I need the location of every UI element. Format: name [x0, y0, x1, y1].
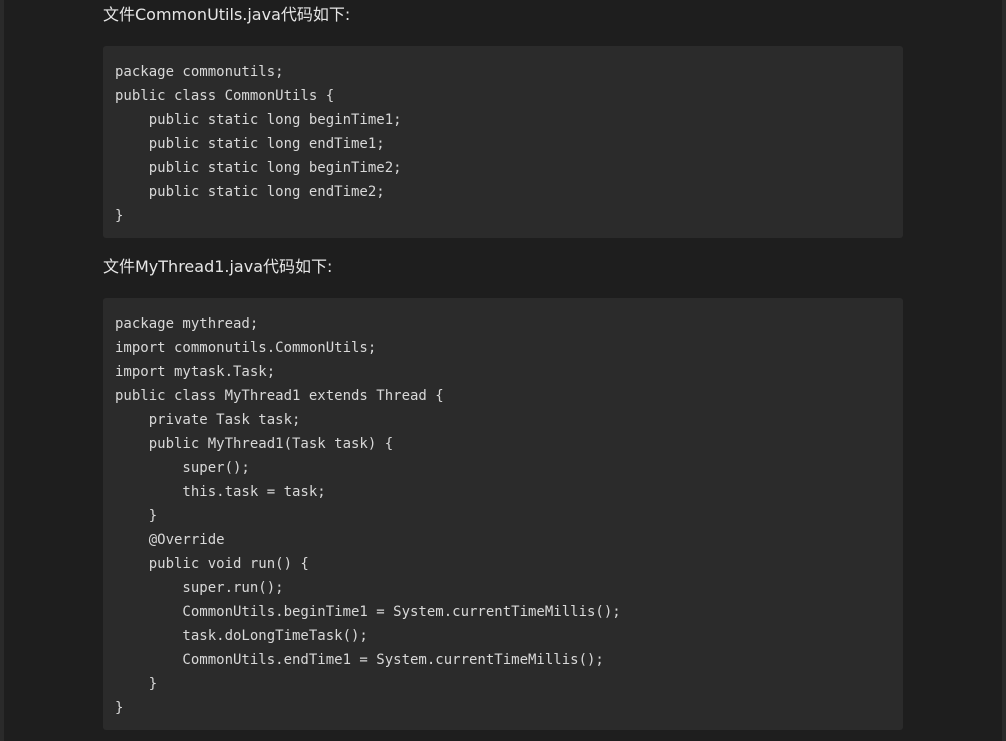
code-block-commonutils[interactable]: package commonutils; public class Common…: [103, 46, 903, 238]
page-right-edge: [1002, 0, 1006, 741]
file-caption-commonutils: 文件CommonUtils.java代码如下:: [103, 5, 351, 24]
code-block-mythread1[interactable]: package mythread; import commonutils.Com…: [103, 298, 903, 730]
file-caption-mythread1: 文件MyThread1.java代码如下:: [103, 257, 333, 276]
page-left-edge: [0, 0, 4, 741]
code-text-mythread1[interactable]: package mythread; import commonutils.Com…: [115, 312, 891, 720]
code-text-commonutils[interactable]: package commonutils; public class Common…: [115, 60, 891, 228]
